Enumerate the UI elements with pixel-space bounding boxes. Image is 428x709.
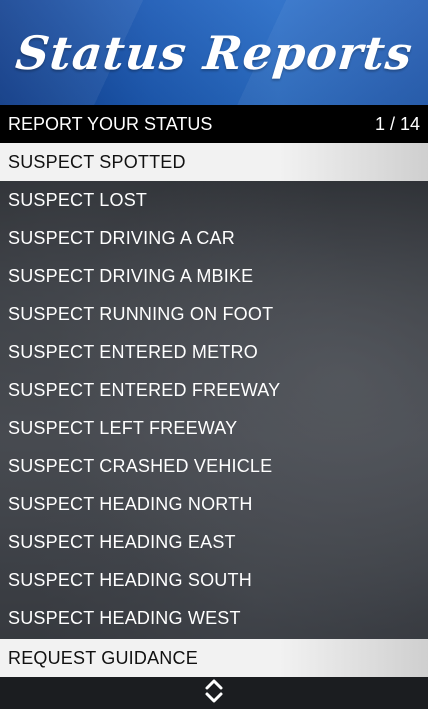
menu-item-heading-north[interactable]: SUSPECT HEADING NORTH (0, 485, 428, 523)
menu-item-label: SUSPECT SPOTTED (8, 151, 186, 172)
menu-item-suspect-left-freeway[interactable]: SUSPECT LEFT FREEWAY (0, 409, 428, 447)
menu-item-label: SUSPECT HEADING SOUTH (8, 569, 252, 590)
item-counter: 1 / 14 (374, 113, 420, 134)
menu-item-label: SUSPECT DRIVING A CAR (8, 227, 235, 248)
menu-item-label: SUSPECT HEADING NORTH (8, 493, 253, 514)
menu-item-label: SUSPECT HEADING EAST (8, 531, 236, 552)
menu-item-suspect-driving-car[interactable]: SUSPECT DRIVING A CAR (0, 219, 428, 257)
menu-item-heading-west[interactable]: SUSPECT HEADING WEST (0, 599, 428, 637)
menu-item-label: SUSPECT DRIVING A MBIKE (8, 265, 254, 286)
menu-item-label: SUSPECT ENTERED FREEWAY (8, 379, 281, 400)
menu-item-suspect-entered-metro[interactable]: SUSPECT ENTERED METRO (0, 333, 428, 371)
menu-item-label: SUSPECT RUNNING ON FOOT (8, 303, 274, 324)
menu-subheader: REPORT YOUR STATUS 1 / 14 (0, 105, 428, 143)
menu-item-label: REQUEST GUIDANCE (8, 647, 198, 668)
menu-item-suspect-entered-freeway[interactable]: SUSPECT ENTERED FREEWAY (0, 371, 428, 409)
menu-banner: Status Reports (0, 0, 428, 105)
menu-list: SUSPECT SPOTTED SUSPECT LOST SUSPECT DRI… (0, 143, 428, 677)
menu-item-request-guidance[interactable]: REQUEST GUIDANCE (0, 639, 428, 677)
menu-item-label: SUSPECT ENTERED METRO (8, 341, 258, 362)
menu-item-suspect-crashed[interactable]: SUSPECT CRASHED VEHICLE (0, 447, 428, 485)
menu-item-heading-south[interactable]: SUSPECT HEADING SOUTH (0, 561, 428, 599)
menu-title: Status Reports (12, 25, 416, 80)
up-down-arrows-icon[interactable] (204, 677, 224, 709)
menu-item-suspect-lost[interactable]: SUSPECT LOST (0, 181, 428, 219)
menu-item-label: SUSPECT HEADING WEST (8, 607, 241, 628)
menu-item-label: SUSPECT CRASHED VEHICLE (8, 455, 273, 476)
menu-item-label: SUSPECT LEFT FREEWAY (8, 417, 238, 438)
menu-item-heading-east[interactable]: SUSPECT HEADING EAST (0, 523, 428, 561)
menu-item-suspect-spotted[interactable]: SUSPECT SPOTTED (0, 143, 428, 181)
menu-item-suspect-running[interactable]: SUSPECT RUNNING ON FOOT (0, 295, 428, 333)
menu-item-suspect-driving-mbike[interactable]: SUSPECT DRIVING A MBIKE (0, 257, 428, 295)
subheader-label: REPORT YOUR STATUS (8, 113, 213, 134)
status-reports-menu: Status Reports REPORT YOUR STATUS 1 / 14… (0, 0, 428, 709)
menu-footer (0, 677, 428, 709)
menu-item-label: SUSPECT LOST (8, 189, 148, 210)
